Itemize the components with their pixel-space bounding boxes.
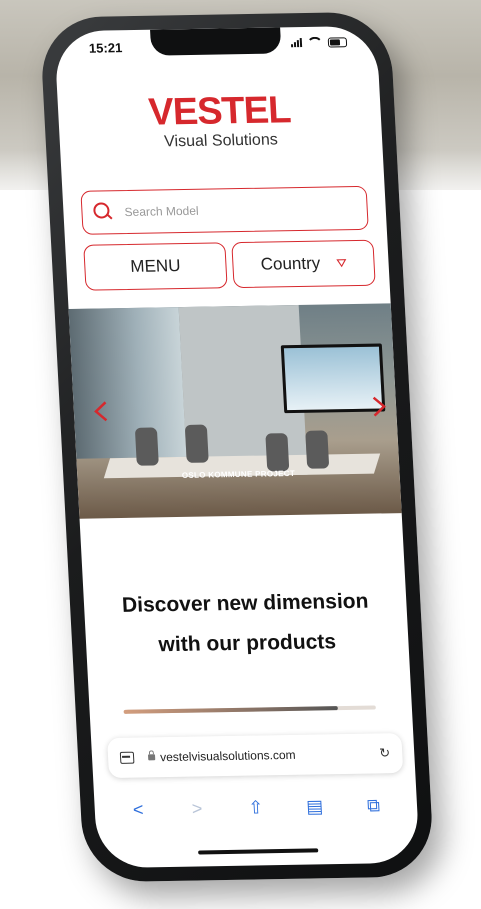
notch xyxy=(150,27,282,56)
nav-buttons: MENU Country xyxy=(83,239,376,291)
back-icon[interactable]: < xyxy=(123,799,154,820)
headline-line-1: Discover new dimension xyxy=(121,589,369,617)
lock-icon xyxy=(147,754,156,761)
brand-logo[interactable]: VESTEL xyxy=(57,88,381,137)
tabs-icon[interactable]: ⧉ xyxy=(358,795,389,816)
url-text[interactable]: vestelvisualsolutions.com xyxy=(160,748,296,764)
country-select-label: Country xyxy=(260,253,321,274)
search-icon[interactable] xyxy=(92,201,115,223)
dropdown-triangle-icon xyxy=(336,259,347,268)
hero-chair xyxy=(184,424,209,463)
hero-chair xyxy=(305,430,330,469)
share-icon[interactable]: ⇧ xyxy=(240,797,271,818)
page-settings-icon[interactable] xyxy=(119,751,135,764)
search-box[interactable] xyxy=(80,185,369,235)
status-time: 15:21 xyxy=(88,40,123,56)
search-input[interactable] xyxy=(122,200,348,221)
hero-chair xyxy=(265,433,290,472)
address-bar[interactable]: vestelvisualsolutions.com ↻ xyxy=(107,733,404,779)
battery-icon xyxy=(327,36,348,48)
phone-mockup: 15:21 VESTEL Visual Solutions MENU Count… xyxy=(39,11,435,883)
hero-display-screen xyxy=(280,343,386,414)
menu-button[interactable]: MENU xyxy=(83,242,228,291)
status-icons xyxy=(290,36,348,48)
headline: Discover new dimension with our products xyxy=(83,581,409,667)
bookmarks-icon[interactable]: ▤ xyxy=(299,796,330,817)
carousel-prev-arrow-icon[interactable] xyxy=(93,400,108,422)
hero-window xyxy=(68,307,187,459)
signal-icon xyxy=(290,38,303,48)
hero-chair xyxy=(134,427,159,466)
country-select[interactable]: Country xyxy=(231,239,376,289)
slider-fill xyxy=(123,706,339,714)
wifi-icon xyxy=(306,36,324,48)
phone-screen: 15:21 VESTEL Visual Solutions MENU Count… xyxy=(53,25,421,869)
reload-icon[interactable]: ↻ xyxy=(379,745,391,761)
carousel-next-arrow-icon[interactable] xyxy=(371,395,386,417)
hero-carousel[interactable]: OSLO KOMMUNE PROJECT xyxy=(68,303,402,519)
menu-button-label: MENU xyxy=(129,256,181,276)
forward-icon[interactable]: > xyxy=(182,798,213,819)
home-indicator xyxy=(198,848,319,855)
browser-toolbar: < > ⇧ ▤ ⧉ xyxy=(94,795,417,822)
headline-line-2: with our products xyxy=(157,630,337,657)
slider-track[interactable] xyxy=(123,705,376,714)
